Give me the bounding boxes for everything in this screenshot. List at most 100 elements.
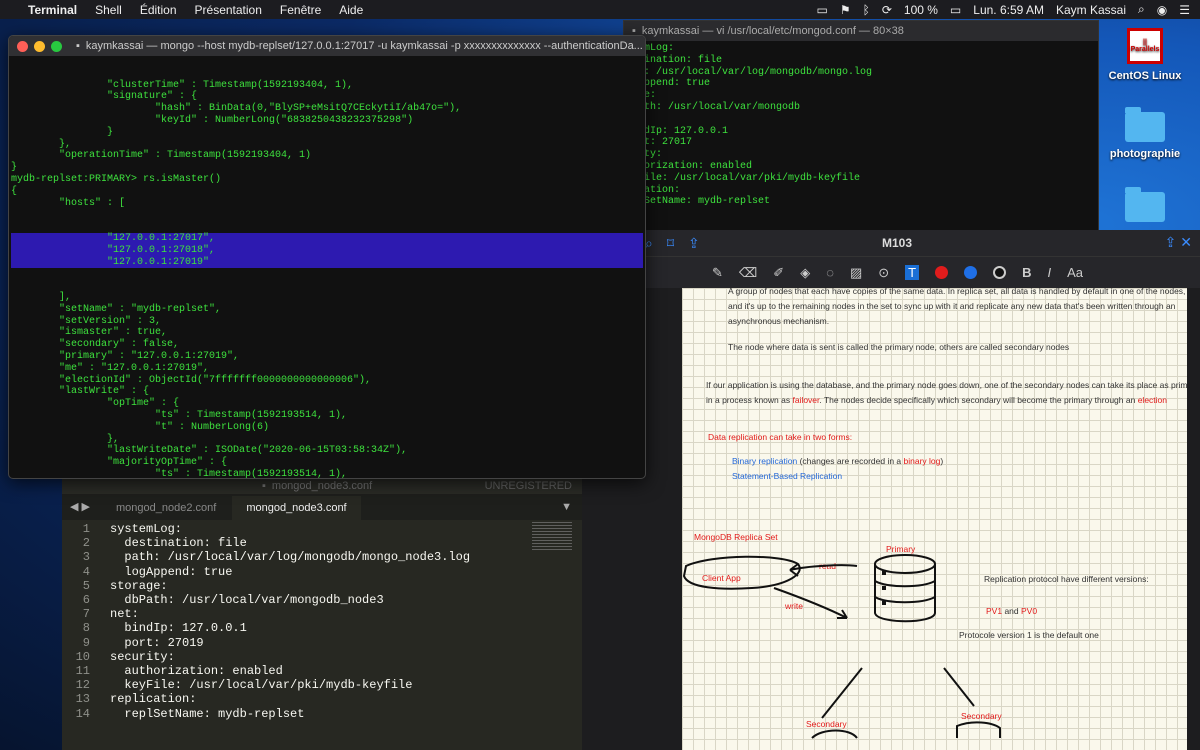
desktop-icon-label: photographie xyxy=(1109,148,1181,160)
menu-app-name[interactable]: Terminal xyxy=(28,3,77,17)
output-block: ], "setName" : "mydb-replset", "setVersi… xyxy=(11,292,643,479)
flag-icon[interactable]: ⚑ xyxy=(840,3,851,17)
note-title[interactable]: M103 xyxy=(882,236,912,250)
line-number: 11 xyxy=(75,664,90,679)
color-blue[interactable] xyxy=(964,266,978,279)
terminal-line: "ts" : Timestamp(1592193514, 1), xyxy=(11,468,348,479)
terminal-line: mydb-replset:PRIMARY> rs.isMaster() xyxy=(11,173,222,185)
notes-window[interactable]: ❮ ▥ ⌕ ⌑ ⇪ M103 ⇪ ✕ ✎ ⌫ ✐ ◈ ◌ ▨ ⊙ T B I A… xyxy=(582,230,1200,750)
code-line: net: xyxy=(110,607,139,622)
note-page[interactable]: A group of nodes that each have copies o… xyxy=(682,288,1187,750)
lasso-icon[interactable]: ◌ xyxy=(826,265,834,280)
zoom-button[interactable] xyxy=(51,40,62,52)
code-line: bindIp: 127.0.0.1 xyxy=(110,621,247,636)
minimize-button[interactable] xyxy=(34,40,45,52)
code-lines[interactable]: systemLog: destination: file path: /usr/… xyxy=(100,522,470,721)
vi-window-title: kaymkassai — vi /usr/local/etc/mongod.co… xyxy=(641,25,904,37)
menu-edition[interactable]: Édition xyxy=(140,3,177,17)
terminal-title: kaymkassai — mongo --host mydb-replset/1… xyxy=(85,40,643,52)
code-line: keyFile: /usr/local/var/pki/mydb-keyfile xyxy=(110,678,413,693)
desktop-icon-folder[interactable] xyxy=(1100,187,1190,228)
line-number: 14 xyxy=(75,706,90,721)
vi-title-bar[interactable]: ▪ kaymkassai — vi /usr/local/etc/mongod.… xyxy=(624,21,1098,41)
vi-content[interactable]: stemLog: estination: file ath: /usr/local/… xyxy=(624,41,1098,210)
minimap[interactable] xyxy=(532,522,572,550)
line-number: 12 xyxy=(75,678,90,693)
terminal-line: "lastWriteDate" : ISODate("2020-06-15T03… xyxy=(11,445,408,457)
terminal-line: "majorityOpTime" : { xyxy=(11,457,228,469)
menu-fenetre[interactable]: Fenêtre xyxy=(280,3,321,17)
desktop-icon-centos[interactable]: || Parallels CentOS Linux xyxy=(1100,28,1190,82)
terminal-line: }, xyxy=(11,433,120,445)
user-name[interactable]: Kaym Kassai xyxy=(1056,3,1126,17)
desktop-icon-photographie[interactable]: photographie xyxy=(1100,107,1190,160)
terminal-title-bar[interactable]: ▪ kaymkassai — mongo --host mydb-replset… xyxy=(9,36,645,56)
code-line: dbPath: /usr/local/var/mongodb_node3 xyxy=(110,593,384,608)
line-number: 8 xyxy=(82,621,90,636)
terminal-line: "signature" : { xyxy=(11,91,198,103)
color-red[interactable] xyxy=(935,266,949,279)
line-numbers: 1 2 3 4 5 6 7 8 9 10 11 12 13 14 xyxy=(62,522,100,721)
toolbar-right-icons[interactable]: ⇪ ✕ xyxy=(1165,234,1192,251)
code-line: storage: xyxy=(110,578,168,593)
tab-mongod-node2[interactable]: mongod_node2.conf xyxy=(102,496,231,520)
italic-button[interactable]: I xyxy=(1047,265,1051,280)
color-black[interactable] xyxy=(993,266,1007,279)
tab-mongod-node3[interactable]: mongod_node3.conf xyxy=(232,496,361,520)
share-icon[interactable]: ⇪ xyxy=(688,235,700,252)
search-icon[interactable]: ⌕ xyxy=(1138,2,1145,17)
menu-presentation[interactable]: Présentation xyxy=(195,3,262,17)
image-icon[interactable]: ▨ xyxy=(850,265,862,281)
editor-title: mongod_node3.conf xyxy=(271,480,373,492)
editor-code[interactable]: 1 2 3 4 5 6 7 8 9 10 11 12 13 14 systemLog: destinati… xyxy=(62,520,582,721)
terminal-output[interactable]: "clusterTime" : Timestamp(1592193404, 1)… xyxy=(9,56,645,479)
folder-icon xyxy=(1125,107,1165,142)
output-block: "clusterTime" : Timestamp(1592193404, 1)… xyxy=(11,80,643,210)
chevron-down-icon[interactable]: ▼ xyxy=(561,501,572,520)
text-format-icon[interactable]: Aa xyxy=(1067,265,1083,280)
search-icon[interactable]: ⌕ xyxy=(645,235,653,252)
vi-line: bPath: /usr/local/var/mongodb xyxy=(626,101,801,113)
editor-window[interactable]: ▪ mongod_node3.conf UNREGISTERED ◀ ▶ mon… xyxy=(62,478,582,750)
menu-aide[interactable]: Aide xyxy=(339,3,363,17)
bookmark-icon[interactable]: ⌑ xyxy=(667,235,674,252)
siri-icon[interactable]: ◉ xyxy=(1157,3,1167,17)
menu-shell[interactable]: Shell xyxy=(95,3,122,17)
terminal-line-selected: "127.0.0.1:27018", xyxy=(11,244,216,256)
battery-icon[interactable]: ▭ xyxy=(950,3,961,17)
diagram-drawing xyxy=(682,554,1001,739)
sync-icon[interactable]: ⟳ xyxy=(882,3,892,17)
eraser-icon[interactable]: ⌫ xyxy=(739,265,757,281)
vi-line: lication: xyxy=(626,184,681,196)
highlighter-icon[interactable]: ✐ xyxy=(773,265,784,281)
battery-percent[interactable]: 100 % xyxy=(904,3,938,17)
close-button[interactable] xyxy=(17,40,28,52)
terminal-line-selected: "127.0.0.1:27019" xyxy=(11,256,210,268)
terminal-line: "keyId" : NumberLong("683825043823237529… xyxy=(11,114,414,126)
terminal-line: "setVersion" : 3, xyxy=(11,315,162,327)
terminal-line: "setName" : "mydb-replset", xyxy=(11,303,222,315)
camera-icon[interactable]: ⊙ xyxy=(878,265,889,281)
pen-icon[interactable]: ✎ xyxy=(712,265,723,281)
terminal-line: } xyxy=(11,126,114,138)
line-number: 6 xyxy=(82,593,90,608)
terminal-line: "primary" : "127.0.0.1:27019", xyxy=(11,350,240,362)
vi-window[interactable]: ▪ kaymkassai — vi /usr/local/etc/mongod.… xyxy=(623,20,1099,232)
terminal-line: "hosts" : [ xyxy=(11,197,126,209)
bold-button[interactable]: B xyxy=(1022,265,1031,280)
terminal-window[interactable]: ▪ kaymkassai — mongo --host mydb-replset… xyxy=(8,35,646,479)
control-center-icon[interactable]: ☰ xyxy=(1179,3,1190,17)
vi-line xyxy=(626,114,1096,126)
terminal-line: "clusterTime" : Timestamp(1592193404, 1)… xyxy=(11,79,354,91)
text-tool-icon[interactable]: T xyxy=(905,265,920,280)
vi-line: estination: file xyxy=(626,54,723,66)
bluetooth-icon[interactable]: ᛒ xyxy=(863,3,870,17)
editor-title-bar[interactable]: ▪ mongod_node3.conf UNREGISTERED xyxy=(62,478,582,494)
terminal-line-selected: "127.0.0.1:27017", xyxy=(11,232,216,244)
code-line: port: 27019 xyxy=(110,635,204,650)
screen-icon[interactable]: ▭ xyxy=(817,3,828,17)
shapes-icon[interactable]: ◈ xyxy=(800,265,810,281)
clock[interactable]: Lun. 6:59 AM xyxy=(973,3,1044,17)
tab-nav-arrows-icon[interactable]: ◀ ▶ xyxy=(62,500,102,520)
vi-line: eyFile: /usr/local/var/pki/mydb-keyfile xyxy=(626,172,861,184)
